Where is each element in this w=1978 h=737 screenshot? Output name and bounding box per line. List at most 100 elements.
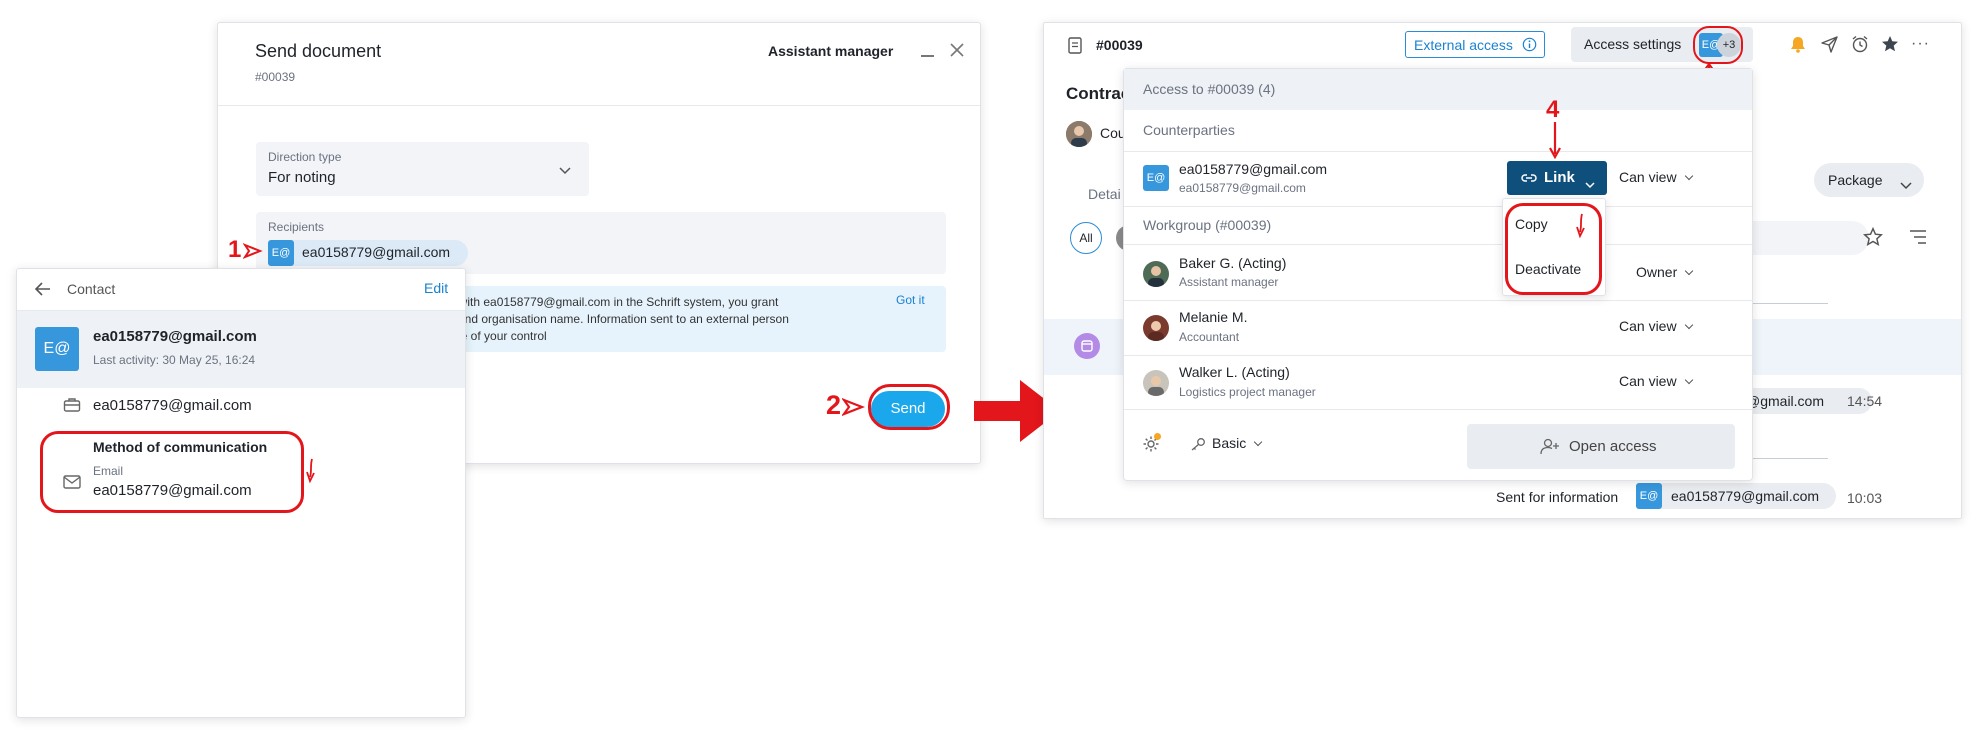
direction-type-value: For noting [268, 169, 336, 186]
divider [1124, 206, 1752, 207]
document-icon [1068, 37, 1082, 59]
details-tab-partial[interactable]: Detai [1088, 186, 1121, 202]
basic-access-select[interactable]: Basic [1212, 435, 1263, 451]
member-role: Assistant manager [1179, 275, 1279, 289]
member-permission[interactable]: Can view [1619, 318, 1693, 334]
link-menu-highlight [1505, 203, 1602, 295]
direction-type-select[interactable]: Direction type For noting [256, 142, 589, 196]
divider [1124, 151, 1752, 152]
counterparty-avatar [1066, 121, 1092, 147]
basic-access-label: Basic [1212, 435, 1247, 451]
annotation-arrow-1 [242, 242, 265, 264]
document-title-partial: Contrac [1066, 84, 1131, 103]
calendar-event-icon [1074, 333, 1100, 359]
divider [1124, 355, 1752, 356]
back-arrow-icon[interactable] [34, 281, 52, 302]
link-button[interactable]: Link [1507, 161, 1607, 195]
add-person-icon [1540, 438, 1560, 460]
recipient-chip-email: ea0158779@gmail.com [302, 244, 451, 260]
chevron-down-icon [1684, 171, 1693, 181]
search-bar-partial[interactable] [1734, 221, 1869, 255]
sent-email-text: ea0158779@gmail.com [1671, 488, 1820, 504]
timeline-time-2: 10:03 [1847, 490, 1883, 506]
member-name: Walker L. (Acting) [1179, 364, 1290, 380]
bell-icon[interactable] [1790, 36, 1806, 58]
recipients-label: Recipients [268, 220, 325, 234]
send-icon[interactable] [1821, 36, 1838, 58]
external-access-button[interactable]: External access [1405, 31, 1545, 58]
recipient-chip[interactable]: E@ ea0158779@gmail.com [268, 240, 468, 266]
document-id: #00039 [1096, 37, 1143, 53]
chevron-down-icon [1684, 320, 1693, 330]
external-access-label: External access [1414, 37, 1513, 53]
counterparty-partial: Cou [1100, 125, 1126, 141]
chevron-down-icon [1253, 437, 1263, 447]
dialog-role-label: Assistant manager [768, 43, 894, 59]
contact-summary: E@ ea0158779@gmail.com Last activity: 30… [17, 311, 465, 388]
sent-email-avatar: E@ [1636, 483, 1662, 509]
more-icon[interactable]: ··· [1911, 35, 1930, 53]
annotation-number-1: 1 [228, 236, 242, 263]
annotation-arrow-2 [840, 397, 868, 422]
annotation-arrow-method [306, 457, 316, 490]
minimize-icon[interactable] [921, 55, 934, 57]
member-role: Accountant [1179, 330, 1240, 344]
counterparty-email-avatar: E@ [1143, 165, 1169, 191]
access-settings-label: Access settings [1584, 36, 1682, 52]
dialog-title: Send document [255, 41, 382, 61]
key-icon [1190, 437, 1206, 456]
contact-last-activity: Last activity: 30 May 25, 16:24 [93, 353, 256, 367]
filter-all-chip[interactable]: All [1070, 222, 1102, 254]
divider [1124, 244, 1752, 245]
favorite-outline-icon[interactable] [1862, 226, 1884, 252]
notification-dot [1154, 433, 1161, 440]
filter-lines-icon[interactable] [1909, 229, 1927, 250]
link-label: Link [1544, 169, 1575, 186]
member-name: Baker G. (Acting) [1179, 255, 1287, 271]
workgroup-label: Workgroup (#00039) [1143, 217, 1272, 233]
send-button-highlight [868, 384, 950, 430]
annotation-number-2: 2 [826, 390, 842, 420]
got-it-link[interactable]: Got it [896, 293, 925, 307]
contact-edit-link[interactable]: Edit [424, 280, 448, 296]
star-icon[interactable] [1881, 35, 1899, 58]
dialog-divider [218, 105, 980, 106]
member-name: Melanie M. [1179, 309, 1248, 325]
briefcase-icon [63, 397, 81, 418]
notice-line-2: tle and organisation name. Information s… [442, 312, 789, 326]
alarm-icon[interactable] [1851, 35, 1869, 58]
member-permission-label: Owner [1636, 264, 1678, 280]
close-icon[interactable] [948, 41, 966, 59]
counterparty-name: ea0158779@gmail.com [1179, 161, 1328, 177]
member-permission[interactable]: Can view [1619, 373, 1693, 389]
member-role: Logistics project manager [1179, 385, 1316, 399]
info-icon [1522, 37, 1537, 57]
annotation-arrow-4 [1548, 120, 1562, 165]
contact-work-email: ea0158779@gmail.com [93, 397, 252, 414]
recipients-field[interactable]: Recipients E@ ea0158779@gmail.com [256, 212, 946, 274]
access-avatar-highlight [1693, 26, 1743, 64]
package-label: Package [1828, 172, 1883, 188]
annotation-arrow-copy [1576, 212, 1586, 245]
recipient-chip-avatar: E@ [268, 240, 294, 266]
package-button[interactable]: Package [1814, 163, 1924, 197]
direction-type-label: Direction type [268, 150, 342, 164]
member-permission-label: Can view [1619, 318, 1677, 334]
chevron-down-icon [1684, 266, 1694, 276]
timeline-time-1: 14:54 [1847, 393, 1883, 409]
notice-line-1: on with ea0158779@gmail.com in the Schri… [442, 295, 779, 309]
chevron-down-icon [559, 162, 571, 180]
chevron-down-icon [1585, 176, 1595, 194]
counterparty-email: ea0158779@gmail.com [1179, 181, 1306, 195]
open-access-button[interactable]: Open access [1467, 424, 1735, 469]
method-highlight [40, 431, 304, 513]
access-popup-header: Access to #00039 (4) [1143, 81, 1276, 97]
member-permission-label: Can view [1619, 373, 1677, 389]
chevron-down-icon [1900, 177, 1912, 195]
contact-email-title: ea0158779@gmail.com [93, 328, 257, 345]
member-permission[interactable]: Owner [1636, 264, 1694, 280]
counterparty-permission[interactable]: Can view [1619, 169, 1693, 185]
divider [1124, 409, 1752, 410]
sent-for-information-label: Sent for information [1496, 489, 1619, 505]
member-avatar [1143, 261, 1169, 287]
